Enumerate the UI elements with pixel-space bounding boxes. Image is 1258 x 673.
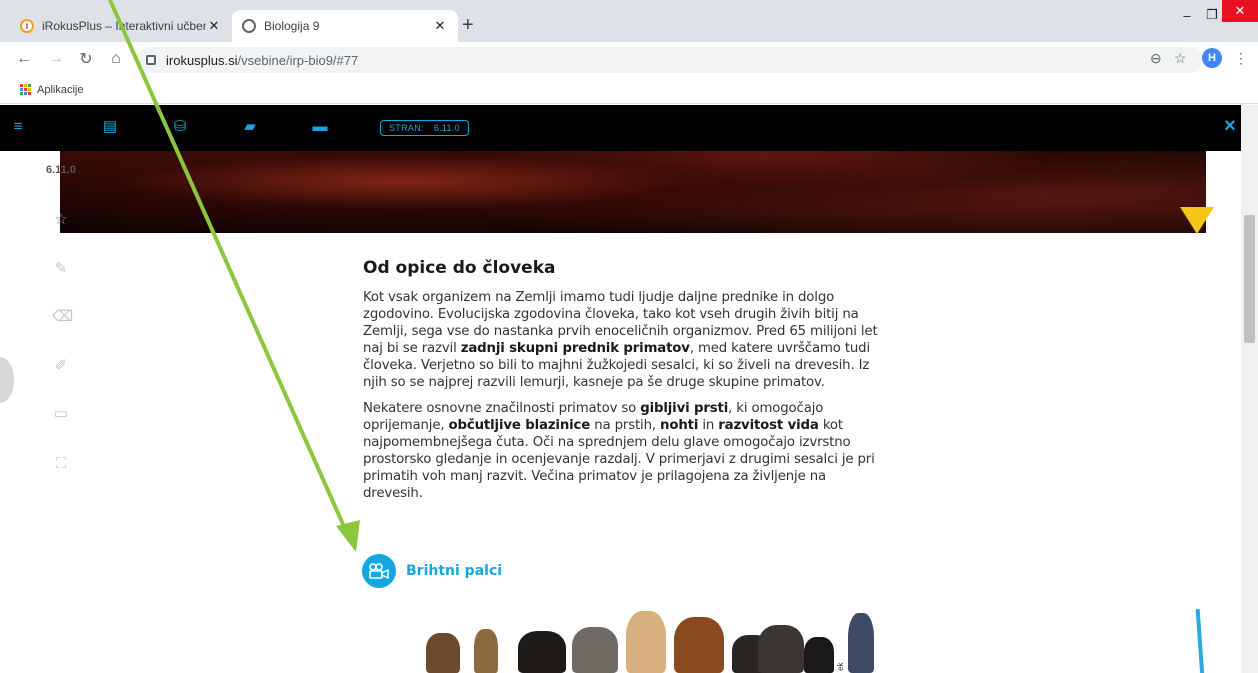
back-arrow-icon[interactable]: ←	[12, 48, 36, 70]
menu-dots-icon[interactable]: ⋮	[1234, 50, 1248, 67]
orangutan-figure	[674, 617, 724, 673]
tab-irokusplus[interactable]: i iRokusPlus – Interaktivni učbenik ✕	[10, 10, 232, 42]
scrollbar-thumb[interactable]	[1244, 215, 1255, 343]
text: in	[698, 418, 719, 433]
decorative-blue-line	[1195, 608, 1205, 673]
bold-term: občutljive blazinice	[448, 418, 591, 433]
page-viewport: ≡ ▤ ⛁ ▰ ▬ STRAN: 6.11.0 × 6.11.0 ☆ ✎ ⌫ ✐…	[0, 105, 1258, 673]
window-close-button[interactable]: ✕	[1222, 0, 1258, 22]
text: na prstih,	[590, 418, 661, 433]
browser-tab-strip: i iRokusPlus – Interaktivni učbenik ✕ Bi…	[0, 0, 1258, 42]
bookmark-triangle-icon[interactable]	[1180, 207, 1214, 234]
scrollbar-track[interactable]	[1241, 105, 1258, 673]
text: Nekatere osnovne značilnosti primatov so	[363, 401, 641, 416]
lock-icon	[146, 55, 156, 65]
page-indicator[interactable]: STRAN: 6.11.0	[380, 120, 469, 136]
browser-toolbar: ← → ↻ ⌂ irokusplus.si/vsebine/irp-bio9/#…	[0, 42, 1258, 76]
primates-illustration: nzi ek	[420, 605, 890, 673]
paragraph-2: Nekatere osnovne značilnosti primatov so…	[363, 400, 888, 502]
page-indicator-label: STRAN:	[389, 123, 424, 133]
tarsier-figure	[474, 629, 498, 673]
highlighter-icon[interactable]: ✐	[52, 357, 70, 375]
baboon-figure	[572, 627, 618, 673]
profile-avatar[interactable]: H	[1202, 48, 1222, 68]
home-icon[interactable]: ⌂	[104, 48, 128, 70]
briefcase-icon[interactable]: ▬	[312, 119, 328, 134]
bookmarks-bar: Aplikacije	[0, 76, 1258, 104]
star-icon[interactable]: ☆	[52, 211, 70, 229]
monkey-figure	[518, 631, 566, 673]
tab-title: Biologija 9	[264, 19, 320, 33]
video-camera-icon	[362, 554, 396, 588]
article: Od opice do človeka Kot vsak organizem n…	[363, 258, 888, 511]
address-bar[interactable]: irokusplus.si/vsebine/irp-bio9/#77	[136, 47, 1202, 73]
irokus-favicon-icon: i	[20, 19, 34, 33]
tab-close-icon[interactable]: ✕	[432, 18, 448, 34]
list-menu-icon[interactable]: ≡	[10, 119, 26, 134]
apps-bookmark-label[interactable]: Aplikacije	[37, 84, 83, 96]
human-figure	[848, 613, 874, 673]
fullscreen-icon[interactable]: ⛶	[52, 455, 70, 473]
pencil-icon[interactable]: ✎	[52, 260, 70, 278]
minimize-button[interactable]: –	[1172, 0, 1202, 30]
bold-term: razvitost vida	[718, 418, 819, 433]
forward-arrow-icon[interactable]: →	[44, 48, 68, 70]
tab-close-icon[interactable]: ✕	[206, 18, 222, 34]
tab-title: iRokusPlus – Interaktivni učbenik	[42, 19, 206, 33]
lemur-figure	[426, 633, 460, 673]
star-bookmark-icon[interactable]: ☆	[1174, 50, 1187, 67]
video-link-label: Brihtni palci	[406, 563, 503, 579]
reader-close-icon[interactable]: ×	[1220, 115, 1240, 139]
page-icon[interactable]: ▤	[102, 119, 118, 134]
reload-icon[interactable]: ↻	[74, 48, 98, 70]
globe-favicon-icon	[242, 19, 256, 33]
eraser-icon[interactable]: ⌫	[52, 308, 73, 326]
comment-icon[interactable]: ▭	[52, 405, 70, 423]
video-link-brihtni-palci[interactable]: Brihtni palci	[362, 554, 502, 588]
bold-term: nohti	[660, 418, 699, 433]
paragraph-1: Kot vsak organizem na Zemlji imamo tudi …	[363, 289, 888, 391]
gibbon-figure	[626, 611, 666, 673]
bold-term: zadnji skupni prednik primatov	[460, 341, 690, 356]
prev-page-button[interactable]	[0, 357, 14, 403]
bold-term: gibljivi prsti	[640, 401, 729, 416]
maximize-button[interactable]: ❐	[1200, 0, 1224, 30]
primate-label: ek	[836, 662, 845, 671]
page-number: 6.11.0	[46, 164, 76, 176]
tab-biologija[interactable]: Biologija 9 ✕	[232, 10, 458, 42]
url-host: irokusplus.si	[166, 52, 238, 68]
chimpanzee-figure	[804, 637, 834, 673]
reader-toolbar: ≡ ▤ ⛁ ▰ ▬ STRAN: 6.11.0 ×	[0, 105, 1258, 151]
zoom-icon[interactable]: ⊖	[1150, 50, 1162, 67]
url-path: /vsebine/irp-bio9/#77	[237, 52, 359, 68]
primate-label: nzi	[792, 660, 801, 671]
hierarchy-icon[interactable]: ⛁	[172, 119, 188, 134]
apps-grid-icon[interactable]	[20, 84, 31, 95]
page-indicator-value: 6.11.0	[433, 123, 460, 133]
folder-icon[interactable]: ▰	[242, 119, 258, 134]
article-heading: Od opice do človeka	[363, 258, 556, 278]
new-tab-button[interactable]: +	[462, 14, 474, 37]
